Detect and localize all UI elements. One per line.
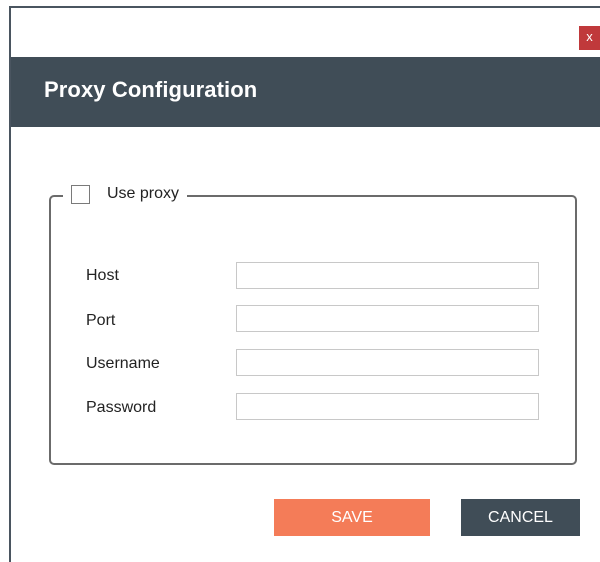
save-button[interactable]: SAVE bbox=[274, 499, 430, 536]
host-field[interactable] bbox=[236, 262, 539, 289]
password-label: Password bbox=[86, 399, 157, 416]
close-button[interactable]: x bbox=[579, 26, 600, 50]
username-field[interactable] bbox=[236, 349, 539, 376]
dialog-header: Proxy Configuration bbox=[11, 57, 600, 127]
host-label: Host bbox=[86, 267, 119, 284]
use-proxy-checkbox[interactable] bbox=[71, 184, 90, 204]
password-field[interactable] bbox=[236, 393, 539, 420]
cancel-button[interactable]: CANCEL bbox=[461, 499, 580, 536]
port-field[interactable] bbox=[236, 305, 539, 332]
use-proxy-toggle[interactable]: Use proxy bbox=[63, 180, 188, 208]
username-label: Username bbox=[86, 355, 160, 372]
close-icon: x bbox=[586, 29, 593, 44]
use-proxy-label: Use proxy bbox=[107, 185, 180, 202]
proxy-configuration-dialog: x Proxy Configuration Use proxy Host Por… bbox=[9, 6, 600, 562]
port-label: Port bbox=[86, 312, 116, 329]
dialog-title: Proxy Configuration bbox=[44, 77, 258, 102]
